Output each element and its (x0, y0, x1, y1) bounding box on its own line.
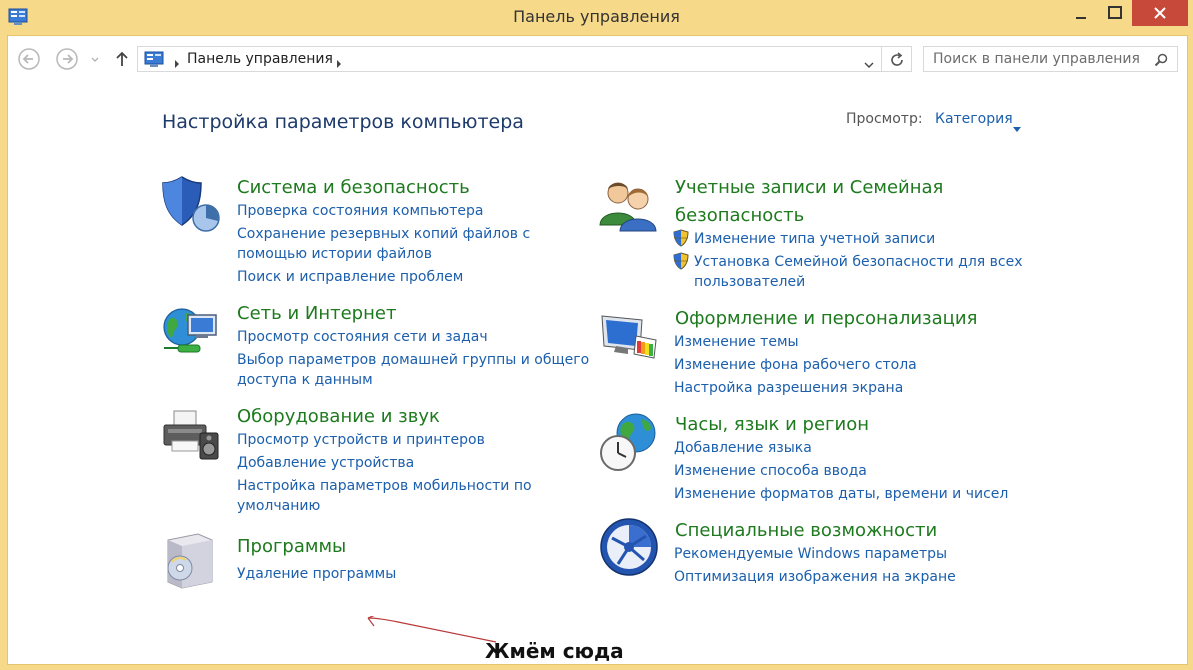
link-uninstall-program[interactable]: Удаление программы (237, 564, 396, 584)
breadcrumb-separator-icon[interactable] (173, 54, 181, 68)
view-by-label: Просмотр: (846, 111, 923, 127)
page-title: Настройка параметров компьютера (162, 111, 524, 133)
minimize-button[interactable] (1064, 0, 1098, 26)
breadcrumb-separator-icon[interactable] (335, 54, 343, 68)
link-recommended-settings[interactable]: Рекомендуемые Windows параметры (674, 544, 947, 564)
link-change-theme[interactable]: Изменение темы (674, 332, 799, 352)
category-hardware-sound-title[interactable]: Оборудование и звук (237, 403, 440, 431)
appearance-monitor-icon[interactable] (598, 306, 660, 368)
link-change-account-type[interactable]: Изменение типа учетной записи (694, 229, 935, 249)
link-add-device[interactable]: Добавление устройства (237, 453, 414, 473)
link-homegroup-sharing[interactable]: Выбор параметров домашней группы и общег… (237, 350, 589, 370)
view-by-dropdown[interactable]: Категория (935, 111, 1013, 127)
shield-icon[interactable] (160, 173, 222, 235)
link-network-status[interactable]: Просмотр состояния сети и задач (237, 327, 488, 347)
control-panel-icon (144, 51, 164, 68)
search-box[interactable] (923, 46, 1178, 72)
link-optimize-visual-display[interactable]: Оптимизация изображения на экране (674, 567, 956, 587)
search-icon[interactable] (1154, 52, 1168, 67)
category-programs-title[interactable]: Программы (237, 533, 346, 561)
refresh-button[interactable] (882, 46, 912, 72)
category-user-accounts-title-line2[interactable]: безопасность (675, 202, 804, 230)
address-bar[interactable]: Панель управления (137, 46, 882, 72)
title-bar[interactable]: Панель управления (0, 0, 1193, 34)
breadcrumb-control-panel[interactable]: Панель управления (187, 51, 333, 67)
programs-disc-icon[interactable] (160, 530, 222, 592)
maximize-button[interactable] (1098, 0, 1132, 26)
link-homegroup-sharing-line2[interactable]: доступа к данным (237, 370, 373, 390)
back-button[interactable] (17, 47, 41, 71)
ease-of-access-icon[interactable] (598, 516, 660, 578)
category-clock-language-title[interactable]: Часы, язык и регион (675, 411, 869, 439)
category-network-internet-title[interactable]: Сеть и Интернет (237, 300, 396, 328)
link-add-language[interactable]: Добавление языка (674, 438, 812, 458)
close-button[interactable] (1132, 0, 1188, 26)
user-accounts-icon[interactable] (598, 175, 660, 237)
category-appearance-title[interactable]: Оформление и персонализация (675, 305, 977, 333)
link-file-history-backup-line2[interactable]: помощью истории файлов (237, 244, 432, 264)
link-file-history-backup[interactable]: Сохранение резервных копий файлов с (237, 224, 530, 244)
printer-icon[interactable] (160, 405, 222, 467)
recent-locations-dropdown[interactable] (88, 47, 102, 71)
annotation-caption: Жмём сюда (485, 639, 624, 663)
clock-globe-icon[interactable] (598, 411, 660, 473)
link-check-computer-status[interactable]: Проверка состояния компьютера (237, 201, 483, 221)
search-input[interactable] (924, 47, 1153, 71)
up-button[interactable] (112, 47, 132, 71)
link-change-desktop-background[interactable]: Изменение фона рабочего стола (674, 355, 917, 375)
category-user-accounts-title[interactable]: Учетные записи и Семейная (675, 174, 943, 202)
uac-shield-icon (673, 229, 689, 247)
window-content: Панель управления Настройка параметров к… (7, 35, 1188, 665)
link-mobility-settings[interactable]: Настройка параметров мобильности по (237, 476, 532, 496)
category-system-security-title[interactable]: Система и безопасность (237, 174, 470, 202)
refresh-icon (891, 52, 903, 66)
category-ease-of-access-title[interactable]: Специальные возможности (675, 517, 937, 545)
uac-shield-icon (673, 252, 689, 270)
link-mobility-settings-line2[interactable]: умолчанию (237, 496, 320, 516)
window-title: Панель управления (513, 7, 680, 26)
link-change-formats[interactable]: Изменение форматов даты, времени и чисел (674, 484, 1008, 504)
caret-down-icon[interactable] (1013, 117, 1021, 132)
link-family-safety-line2[interactable]: пользователей (694, 272, 805, 292)
chevron-down-icon[interactable] (863, 55, 875, 68)
link-devices-printers[interactable]: Просмотр устройств и принтеров (237, 430, 485, 450)
link-troubleshoot[interactable]: Поиск и исправление проблем (237, 267, 463, 287)
link-screen-resolution[interactable]: Настройка разрешения экрана (674, 378, 903, 398)
link-change-input-method[interactable]: Изменение способа ввода (674, 461, 867, 481)
link-family-safety[interactable]: Установка Семейной безопасности для всех (694, 252, 1023, 272)
network-globe-icon[interactable] (160, 301, 222, 363)
forward-button[interactable] (55, 47, 79, 71)
